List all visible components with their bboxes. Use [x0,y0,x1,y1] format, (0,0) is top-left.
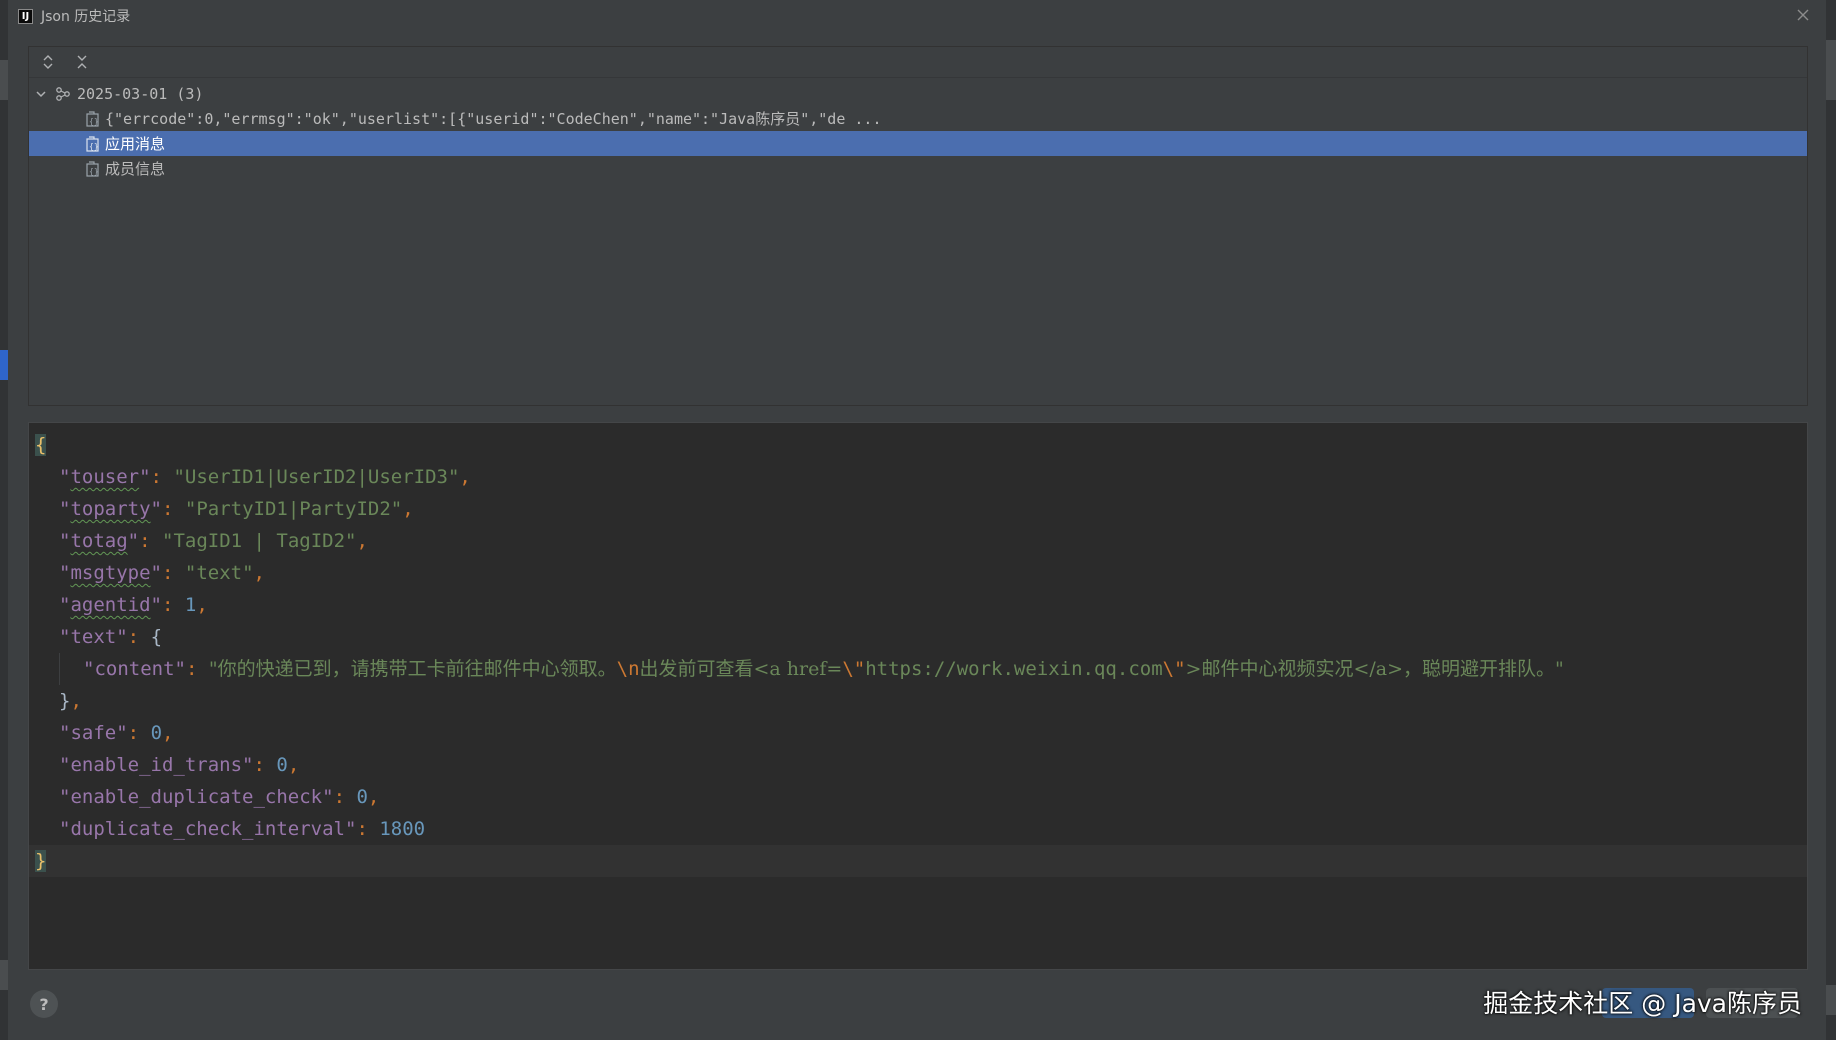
json-key: totag [70,530,128,552]
help-button[interactable]: ? [30,990,58,1018]
ide-right-gutter [1826,0,1836,1040]
close-icon [1797,9,1809,21]
collapse-all-button[interactable] [71,51,93,73]
gutter-mark [1826,985,1836,1015]
code-line: "enable_id_trans": 0, [59,754,300,776]
json-value: 0 [356,786,368,808]
tree-group-label: 2025-03-01 (3) [77,84,204,103]
json-code[interactable]: { "touser": "UserID1|UserID2|UserID3", "… [29,429,1807,877]
json-value: 1 [184,594,197,616]
json-key: touser [70,466,140,488]
code-line: "text": { [59,626,163,648]
expand-all-icon [43,55,53,69]
close-brace: } [35,850,47,872]
code-line: }, [59,690,82,712]
json-value: 出发前可查看<a href= [639,658,843,680]
code-line: } [29,845,1807,877]
dialog-titlebar: IJ Json 历史记录 [8,0,1826,32]
code-line: "touser": "UserID1|UserID2|UserID3", [59,466,471,488]
json-key: enable_id_trans [70,754,243,776]
json-value: 1800 [379,818,426,840]
gutter-mark [0,60,8,100]
code-line: "enable_duplicate_check": 0, [59,786,380,808]
history-tree-panel: 2025-03-01 (3) {} {"errcode":0,"errmsg":… [28,46,1808,406]
json-key: content [94,658,175,680]
dialog-title: Json 历史记录 [41,9,131,25]
svg-text:{}: {} [89,167,99,176]
code-line: { [29,429,1807,461]
json-key: enable_duplicate_check [70,786,323,808]
ide-left-gutter [0,0,8,1040]
code-line: "agentid": 1, [59,594,208,616]
tree-item-label: {"errcode":0,"errmsg":"ok","userlist":[{… [105,110,882,128]
intellij-logo-icon: IJ [18,8,33,24]
code-line: "totag": "TagID1 | TagID2", [59,530,368,552]
escape-seq: \n [616,658,640,680]
svg-text:{}: {} [89,142,99,151]
expand-all-button[interactable] [37,51,59,73]
escape-seq: \" [842,658,866,680]
json-value: "PartyID1|PartyID2" [184,498,403,520]
close-button[interactable] [1792,4,1814,26]
open-brace: { [35,434,47,456]
json-key: agentid [70,594,151,616]
svg-text:{}: {} [89,117,99,126]
history-group-icon [55,86,71,102]
code-line: "msgtype": "text", [59,562,265,584]
json-key: safe [70,722,117,744]
watermark: 掘金技术社区 @ Java陈序员 [1483,989,1802,1018]
json-value: https://work.weixin.qq.com [865,658,1163,680]
escape-seq: \" [1162,658,1186,680]
tree-item-json-record[interactable]: {} {"errcode":0,"errmsg":"ok","userlist"… [29,106,1807,131]
tree-toolbar [29,47,1807,78]
json-key: msgtype [70,562,151,584]
tree-item-member-info[interactable]: {} 成员信息 [29,156,1807,181]
json-key: duplicate_check_interval [70,818,345,840]
json-file-icon: {} [85,135,101,152]
chevron-down-icon[interactable] [35,88,49,100]
json-value: 0 [276,754,288,776]
json-value: "你的快递已到，请携带工卡前往邮件中心领取。 [208,658,617,680]
json-file-icon: {} [85,160,101,177]
json-editor[interactable]: { "touser": "UserID1|UserID2|UserID3", "… [28,422,1808,970]
json-file-icon: {} [85,110,101,127]
tree-item-label: 应用消息 [105,135,166,153]
json-value: "TagID1 | TagID2" [162,530,357,552]
json-value: "UserID1|UserID2|UserID3" [173,466,460,488]
tree-group-date[interactable]: 2025-03-01 (3) [29,81,1807,106]
json-key: toparty [70,498,151,520]
dialog-footer: ? 掘金技术社区 @ Java陈序员 [8,978,1826,1040]
gutter-mark [1826,40,1836,100]
json-value: "text" [184,562,254,584]
code-line: "content": "你的快递已到，请携带工卡前往邮件中心领取。\n出发前可查… [29,653,1807,685]
json-key: text [70,626,117,648]
gutter-mark [0,960,8,990]
json-value: 0 [150,722,163,744]
code-line: "toparty": "PartyID1|PartyID2", [59,498,414,520]
gutter-mark [0,350,8,380]
code-line: "safe": 0, [59,722,174,744]
collapse-all-icon [77,55,87,69]
indent-guide [59,653,60,685]
code-line: "duplicate_check_interval": 1800 [59,818,426,840]
json-value: >邮件中心视频实况</a>，聪明避开排队。" [1185,658,1564,680]
tree-item-app-message[interactable]: {} 应用消息 [29,131,1807,156]
tree-item-label: 成员信息 [105,160,166,178]
